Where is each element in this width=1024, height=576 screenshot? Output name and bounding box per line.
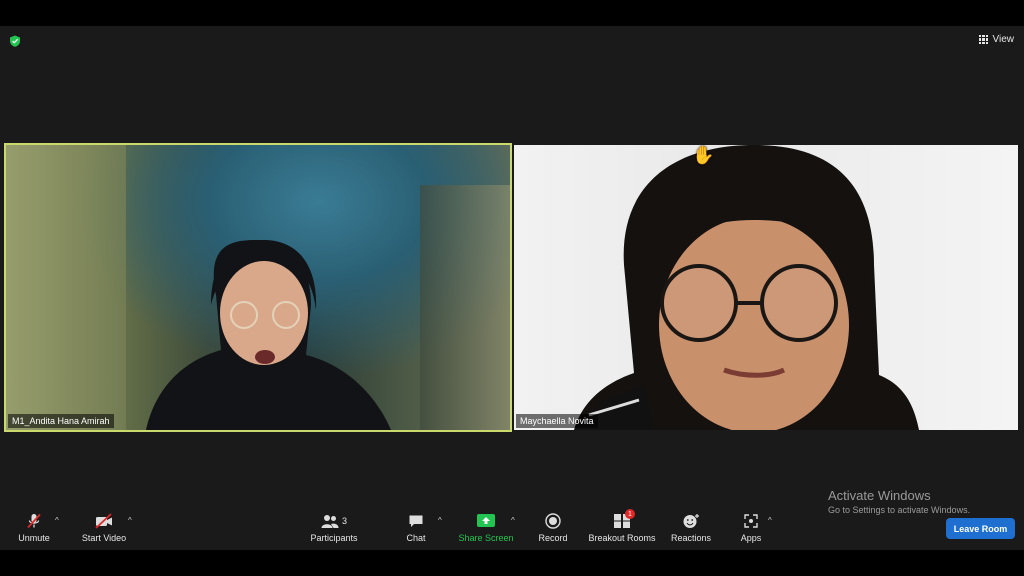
chat-button[interactable]: Chat — [404, 512, 428, 543]
encryption-shield-icon[interactable] — [9, 35, 21, 47]
muted-microphone-icon — [25, 512, 43, 530]
chat-bubble-icon — [408, 512, 424, 530]
view-button[interactable]: View — [978, 34, 1015, 45]
video-tile-active-speaker[interactable]: M1_Andita Hana Amirah — [4, 143, 512, 432]
apps-options-chevron-icon[interactable]: ^ — [768, 516, 772, 525]
breakout-rooms-label: Breakout Rooms — [588, 533, 656, 543]
share-screen-icon — [476, 512, 496, 530]
participants-label: Participants — [310, 533, 358, 543]
watermark-title: Activate Windows — [828, 488, 931, 503]
share-options-chevron-icon[interactable]: ^ — [511, 516, 515, 525]
video-feed: ✋ — [514, 145, 1018, 430]
grid-icon — [978, 34, 989, 45]
video-options-chevron-icon[interactable]: ^ — [128, 516, 132, 525]
apps-label: Apps — [740, 533, 762, 543]
unmute-button[interactable]: Unmute — [16, 512, 52, 543]
letterbox-bottom — [0, 550, 1024, 576]
video-tile-participant[interactable]: ✋ Maychaella Novita — [514, 145, 1018, 430]
apps-button[interactable]: Apps — [738, 512, 764, 543]
meeting-controls-toolbar: Unmute ^ Start Video ^ 3 Participants Ch… — [0, 508, 1024, 550]
leave-room-button[interactable]: Leave Room — [946, 518, 1015, 539]
share-screen-button[interactable]: Share Screen — [458, 512, 514, 543]
record-button[interactable]: Record — [538, 512, 568, 543]
record-icon — [545, 512, 561, 530]
video-feed — [6, 145, 510, 430]
participants-count: 3 — [341, 516, 347, 526]
unmute-label: Unmute — [18, 533, 50, 543]
start-video-label: Start Video — [81, 533, 127, 543]
participants-icon: 3 — [321, 512, 347, 530]
view-label: View — [992, 34, 1015, 45]
participant-name-label: M1_Andita Hana Amirah — [8, 414, 114, 428]
share-screen-label: Share Screen — [458, 533, 514, 543]
breakout-rooms-icon: 1 — [613, 509, 635, 530]
reactions-button[interactable]: Reactions — [670, 512, 712, 543]
apps-icon — [743, 512, 759, 530]
reactions-label: Reactions — [670, 533, 712, 543]
chat-options-chevron-icon[interactable]: ^ — [438, 516, 442, 525]
record-label: Record — [538, 533, 568, 543]
audio-options-chevron-icon[interactable]: ^ — [55, 516, 59, 525]
participant-silhouette — [574, 145, 919, 430]
raised-hand-icon: ✋ — [692, 145, 715, 165]
smiley-face-icon — [682, 512, 700, 530]
participant-name-label: Maychaella Novita — [516, 414, 598, 428]
start-video-button[interactable]: Start Video — [80, 512, 128, 543]
meeting-window: View M1_Andita Hana Amirah ✋ Maychaella … — [0, 26, 1024, 550]
participants-button[interactable]: 3 Participants — [309, 512, 359, 543]
participant-silhouette — [146, 240, 391, 430]
video-off-icon — [94, 512, 114, 530]
chat-label: Chat — [406, 533, 426, 543]
letterbox-top — [0, 0, 1024, 26]
breakout-rooms-button[interactable]: 1 Breakout Rooms — [588, 509, 656, 543]
breakout-rooms-badge: 1 — [625, 509, 635, 519]
